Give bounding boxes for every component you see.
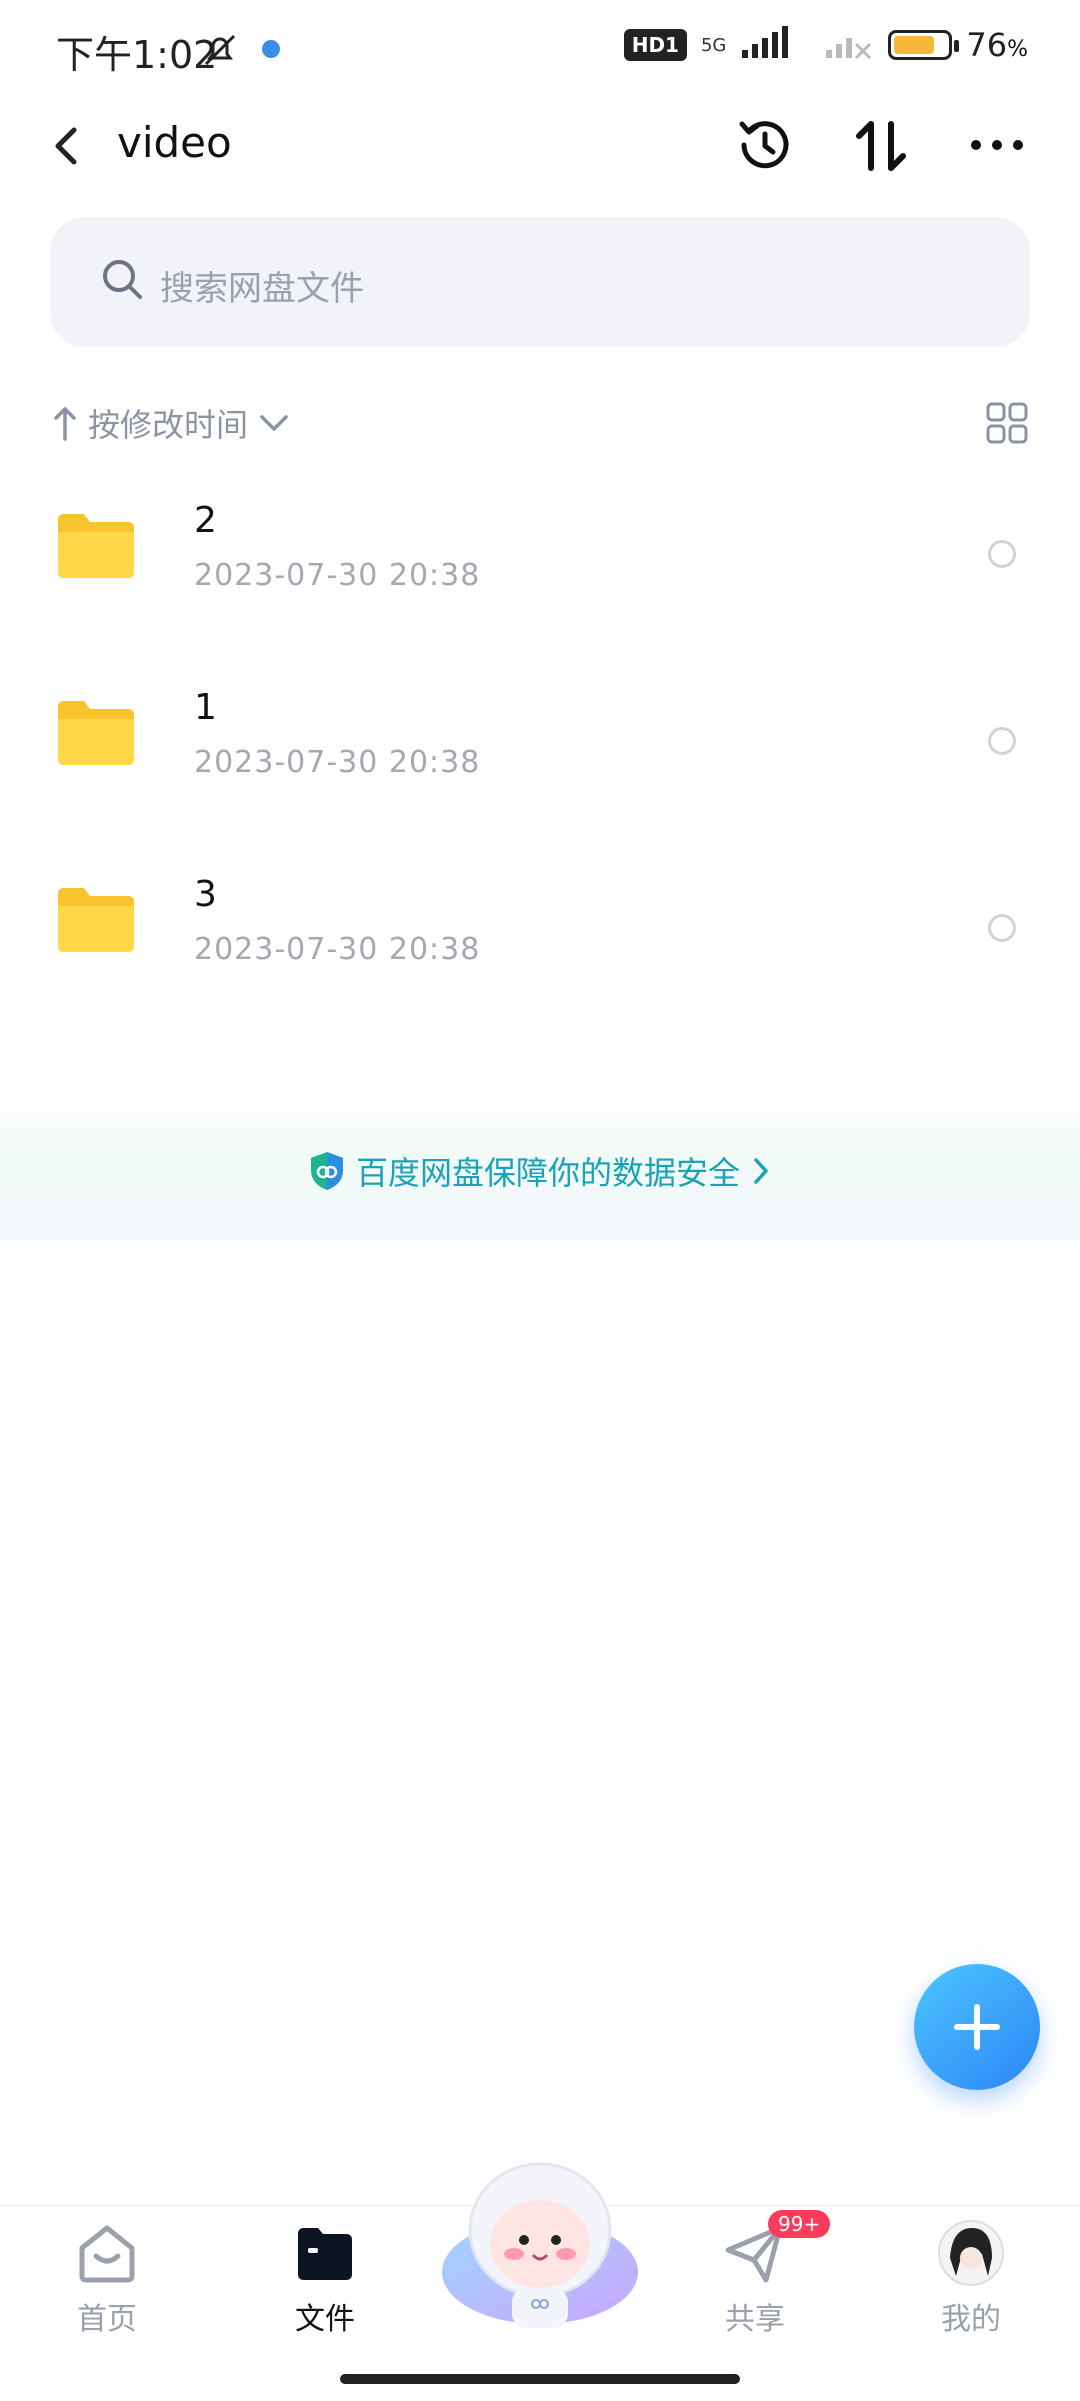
home-indicator (340, 2374, 740, 2384)
nav-item-files[interactable]: 文件 (250, 2218, 400, 2338)
notification-badge: 99+ (768, 2210, 831, 2238)
mascot-button[interactable] (440, 2152, 640, 2332)
folder-icon (56, 510, 136, 580)
grid-view-icon (986, 402, 1028, 444)
page-title: video (117, 118, 232, 167)
nav-item-profile[interactable]: 我的 (896, 2218, 1046, 2338)
nav-item-home[interactable]: 首页 (32, 2218, 182, 2338)
file-name: 2 (194, 500, 217, 541)
add-button[interactable] (914, 1964, 1040, 2090)
folder-icon (290, 2218, 360, 2288)
file-date: 2023-07-30 20:38 (194, 745, 481, 780)
send-icon: 99+ (720, 2210, 831, 2288)
file-name: 3 (194, 874, 217, 915)
search-placeholder: 搜索网盘文件 (160, 269, 364, 309)
select-checkbox[interactable] (988, 540, 1016, 568)
file-date: 2023-07-30 20:38 (194, 932, 481, 967)
home-icon (72, 2218, 142, 2288)
file-row[interactable]: 3 2023-07-30 20:38 (0, 844, 1080, 1014)
select-checkbox[interactable] (988, 914, 1016, 942)
battery-percent: 76 (966, 26, 1008, 64)
battery-fill (894, 36, 935, 54)
back-button[interactable] (44, 118, 92, 174)
hd-badge: HD1 (623, 29, 687, 61)
avatar (936, 2218, 1006, 2288)
shield-icon (310, 1152, 343, 1190)
signal-icon (740, 26, 810, 64)
file-row[interactable]: 2 2023-07-30 20:38 (0, 470, 1080, 640)
signal-weak-icon (824, 26, 874, 64)
nav-label: 首页 (77, 2302, 137, 2337)
folder-icon (56, 697, 136, 767)
search-bar[interactable]: 搜索网盘文件 (50, 217, 1030, 347)
security-banner-text: 百度网盘保障你的数据安全 (355, 1154, 740, 1192)
more-dots-icon (971, 140, 1023, 150)
grid-view-button[interactable] (986, 402, 1028, 444)
more-button[interactable] (962, 110, 1032, 180)
status-time: 下午1:02 (56, 33, 218, 77)
sort-label: 按修改时间 (88, 406, 249, 444)
battery-icon (888, 30, 960, 60)
battery-percent-suffix: % (1007, 37, 1028, 62)
chevron-right-icon (754, 1158, 768, 1184)
file-name: 1 (194, 687, 217, 728)
select-checkbox[interactable] (988, 727, 1016, 755)
nav-label: 共享 (725, 2302, 785, 2337)
notification-dot-icon (262, 40, 280, 58)
security-banner[interactable]: 百度网盘保障你的数据安全 (0, 1090, 1080, 1240)
search-icon (100, 257, 146, 303)
nav-label: 我的 (941, 2302, 1001, 2337)
folder-icon (56, 884, 136, 954)
sort-up-arrow-icon (54, 407, 76, 441)
mascot-icon (442, 2162, 638, 2328)
transfer-button[interactable] (846, 110, 916, 180)
file-date: 2023-07-30 20:38 (194, 558, 481, 593)
history-icon (739, 121, 789, 169)
mute-icon (200, 30, 240, 74)
history-button[interactable] (730, 110, 800, 180)
sort-selector[interactable]: 按修改时间 (52, 400, 290, 446)
file-row[interactable]: 1 2023-07-30 20:38 (0, 657, 1080, 827)
status-icons: HD1 5G 76% (623, 26, 1028, 64)
security-banner-content: 百度网盘保障你的数据安全 (0, 1148, 1080, 1194)
network-type: 5G (700, 34, 727, 56)
nav-item-share[interactable]: 99+ 共享 (680, 2210, 831, 2338)
nav-label: 文件 (295, 2302, 355, 2337)
transfer-arrows-icon (856, 121, 906, 171)
chevron-down-icon (260, 415, 288, 431)
